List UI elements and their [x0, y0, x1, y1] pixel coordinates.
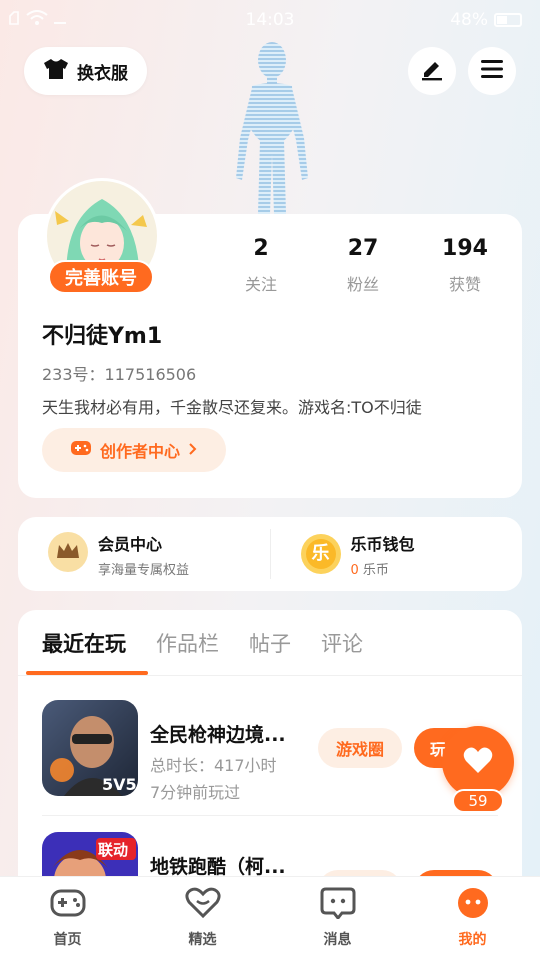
vip-sub: 享海量专属权益 — [98, 562, 190, 578]
stat-value: 27 — [347, 236, 379, 261]
game-icon[interactable]: 5V5 — [42, 700, 138, 796]
nav-me[interactable]: 我的 — [405, 877, 540, 960]
crown-icon — [48, 532, 88, 576]
wallet-card: 会员中心 享海量专属权益 乐 乐币钱包 0 乐币 — [18, 517, 522, 591]
coin-sub: 0 乐币 — [351, 559, 415, 578]
stat-label: 获赞 — [448, 275, 481, 294]
chevron-right-icon — [188, 441, 198, 460]
menu-button[interactable] — [468, 47, 516, 95]
heart-icon — [463, 746, 493, 778]
coin-glyph: 乐 — [311, 543, 330, 564]
stat-label: 关注 — [244, 275, 277, 294]
nav-label: 精选 — [188, 932, 217, 948]
game-name: 全民枪神边境... — [150, 724, 286, 746]
battery-icon — [494, 13, 522, 27]
stat-value: 2 — [253, 236, 269, 261]
complete-account-badge[interactable]: 完善账号 — [48, 260, 154, 294]
game-playtime: 总时长：417小时 — [150, 756, 277, 775]
uid-value: 117516506 — [104, 365, 197, 384]
game-name: 地铁跑酷（柯... — [150, 856, 286, 878]
avatar-figure[interactable] — [222, 38, 322, 214]
gamepad-icon — [70, 439, 92, 461]
like-fab[interactable] — [442, 726, 514, 798]
tab-underline — [26, 671, 148, 675]
stat-value: 194 — [442, 236, 488, 261]
status-bar: 14:03 48% — [0, 0, 540, 40]
coin-unit: 乐币 — [358, 562, 389, 578]
uid-label: 233号： — [42, 365, 105, 384]
status-time: 14:03 — [245, 10, 295, 30]
wardrobe-label: 换衣服 — [77, 63, 128, 84]
bottom-nav: 首页 精选 消息 我的 — [0, 876, 540, 960]
nav-featured[interactable]: 精选 — [135, 877, 270, 960]
svg-text:联动: 联动 — [98, 841, 128, 859]
heart-outline-icon — [184, 887, 221, 923]
game-last-played: 7分钟前玩过 — [150, 783, 241, 802]
nav-label: 首页 — [53, 932, 82, 948]
nav-messages[interactable]: 消息 — [270, 877, 405, 960]
user-id: 233号：117516506 — [42, 361, 196, 385]
gamepad-icon — [50, 887, 86, 923]
stat-likes[interactable]: 194 获赞 — [425, 236, 505, 295]
coin-title: 乐币钱包 — [350, 534, 415, 554]
nav-label: 我的 — [458, 932, 487, 948]
profile-face-icon — [455, 887, 491, 923]
shirt-icon — [43, 58, 69, 85]
game-icon[interactable]: 联动 — [42, 832, 138, 880]
stat-fans[interactable]: 27 粉丝 — [323, 236, 403, 295]
nav-home[interactable]: 首页 — [0, 877, 135, 960]
svg-text:5V5: 5V5 — [102, 775, 137, 794]
wardrobe-button[interactable]: 换衣服 — [24, 47, 147, 95]
coin-wallet[interactable]: 乐 乐币钱包 0 乐币 — [271, 531, 523, 578]
like-count: 59 — [452, 789, 504, 813]
creator-center-label: 创作者中心 — [99, 442, 180, 461]
tab-bar: 最近在玩 作品栏 帖子 评论 — [18, 610, 522, 676]
coin-icon: 乐 — [300, 534, 341, 574]
tab-recent[interactable]: 最近在玩 — [42, 628, 126, 658]
edit-icon — [420, 57, 444, 85]
creator-center-button[interactable]: 创作者中心 — [42, 428, 226, 472]
tab-posts[interactable]: 帖子 — [249, 628, 291, 658]
chat-icon — [320, 887, 356, 923]
coin-amount: 0 — [350, 562, 359, 578]
stat-following[interactable]: 2 关注 — [221, 236, 301, 295]
username: 不归徒Ym1 — [42, 324, 163, 349]
stat-label: 粉丝 — [346, 275, 379, 294]
vip-center[interactable]: 会员中心 享海量专属权益 — [18, 531, 270, 578]
game-circle-button[interactable]: 游戏圈 — [318, 728, 402, 768]
tab-comments[interactable]: 评论 — [321, 628, 363, 658]
nav-label: 消息 — [323, 932, 352, 948]
menu-icon — [480, 59, 504, 83]
edit-button[interactable] — [408, 47, 456, 95]
game-row[interactable]: 联动 地铁跑酷（柯... — [18, 816, 522, 880]
bio: 天生我材必有用，千金散尽还复来。游戏名:TO不归徒 — [42, 398, 422, 417]
vip-title: 会员中心 — [98, 534, 163, 554]
tab-works[interactable]: 作品栏 — [156, 628, 219, 658]
